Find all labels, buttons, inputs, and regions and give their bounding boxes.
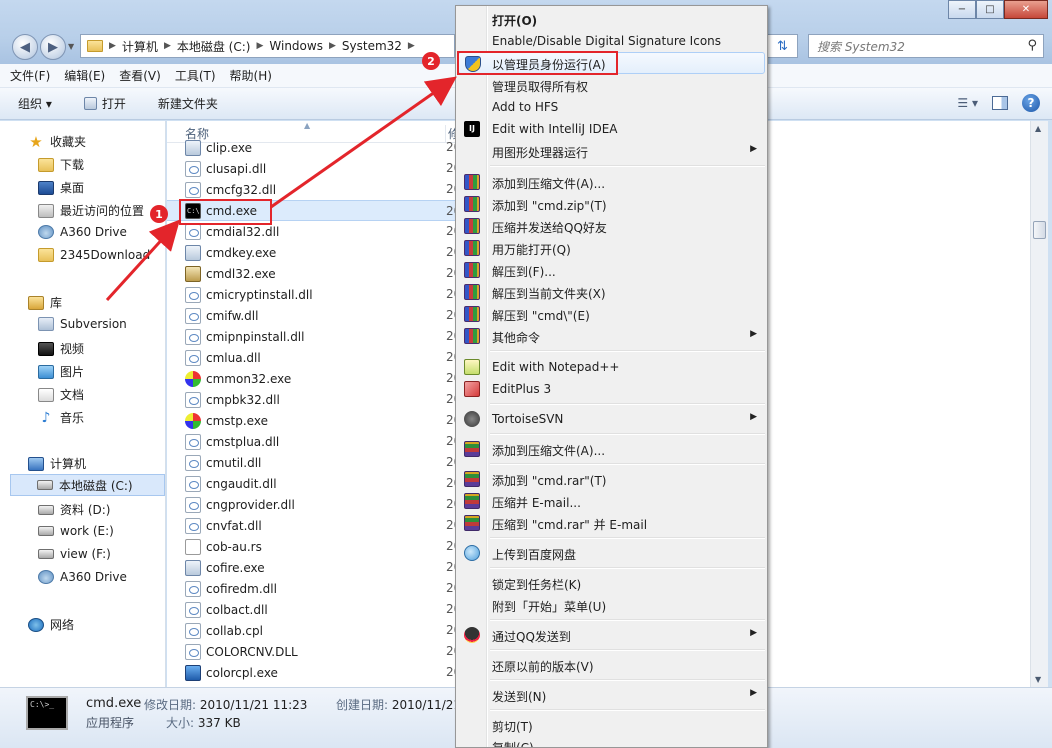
arrow-to-run-as-admin	[270, 76, 457, 209]
arrow-to-cmd	[105, 219, 181, 302]
annotation-arrows	[105, 76, 457, 302]
